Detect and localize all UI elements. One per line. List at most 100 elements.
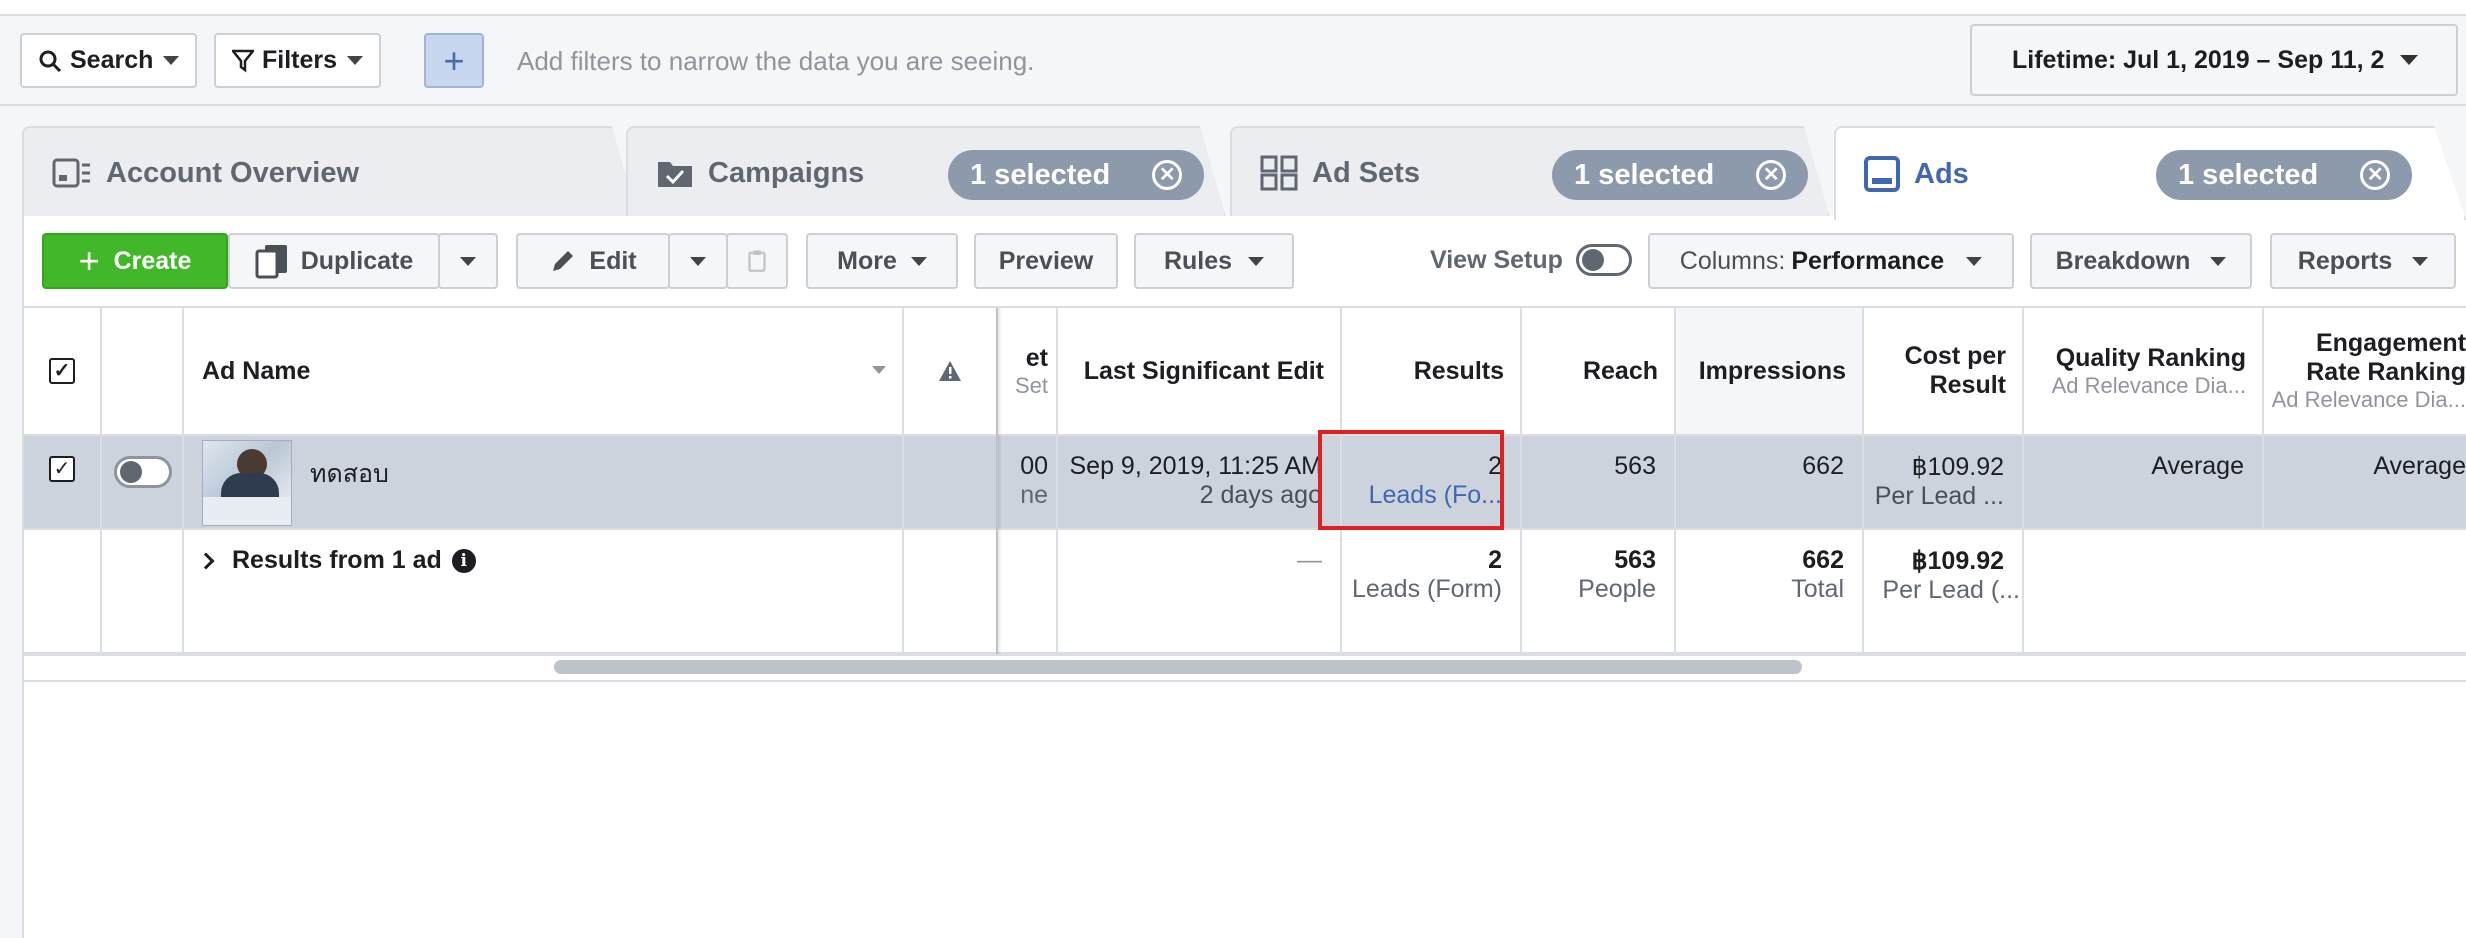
search-button[interactable]: Search <box>20 33 198 88</box>
warning-icon <box>939 361 961 381</box>
tab-ad-sets[interactable]: Ad Sets 1 selected ✕ <box>1230 126 1830 218</box>
column-header-quality-ranking[interactable]: Quality Ranking Ad Relevance Dia... <box>2024 308 2264 436</box>
ad-status-toggle[interactable] <box>114 456 172 488</box>
duplicate-button[interactable]: Duplicate <box>228 233 440 289</box>
last-edit-header: Last Significant Edit <box>1083 356 1324 385</box>
chevron-down-icon <box>1966 256 1983 266</box>
pencil-icon <box>553 251 574 271</box>
more-label: More <box>837 246 897 275</box>
column-header-reach[interactable]: Reach <box>1522 308 1676 436</box>
cost-header-line1: Cost per <box>1904 342 2006 370</box>
columns-value: Performance <box>1791 246 1945 275</box>
preview-button[interactable]: Preview <box>974 233 1118 289</box>
search-label: Search <box>70 46 154 74</box>
summary-empty-cell <box>24 530 102 654</box>
columns-prefix: Columns: <box>1679 246 1786 275</box>
engagement-header-sub: Ad Relevance Dia... <box>2271 387 2466 412</box>
columns-button[interactable]: Columns: Performance <box>1648 233 2014 289</box>
duplicate-label: Duplicate <box>300 246 414 275</box>
tab-account-overview[interactable]: Account Overview <box>22 126 638 218</box>
selected-pill[interactable]: 1 selected ✕ <box>948 150 1205 200</box>
filter-hint: Add filters to narrow the data you are s… <box>517 46 1035 76</box>
summary-reach-cell: 563 People <box>1522 530 1676 654</box>
selected-pill[interactable]: 1 selected ✕ <box>2156 150 2413 200</box>
close-icon[interactable]: ✕ <box>1756 160 1787 190</box>
budget-cell: 00 ne <box>998 436 1058 530</box>
column-header-results[interactable]: Results <box>1342 308 1522 436</box>
summary-empty-cell <box>904 530 998 654</box>
quality-header-sub: Ad Relevance Dia... <box>2051 372 2246 398</box>
summary-last-edit-cell: — <box>1058 530 1342 654</box>
search-icon <box>39 50 62 72</box>
reach-header: Reach <box>1582 356 1658 385</box>
date-range-label: Lifetime: Jul 1, 2019 – Sep 11, 2019 <box>2012 45 2384 74</box>
create-label: Create <box>113 246 192 275</box>
delivery-warning-cell <box>904 436 998 530</box>
summary-cost-sub: Per Lead (... <box>1882 576 2020 604</box>
ads-content-panel: + Create Duplicate Edit More Preview Rul… <box>22 216 2466 938</box>
account-overview-icon <box>52 157 92 189</box>
column-header-budget[interactable]: et Set <box>998 308 1058 436</box>
chevron-right-icon[interactable] <box>197 552 215 569</box>
row-checkbox-cell: ✓ <box>24 436 102 530</box>
select-all-checkbox[interactable]: ✓ <box>49 358 75 384</box>
summary-empty-cell <box>102 530 184 654</box>
sort-icon[interactable] <box>872 366 886 374</box>
rules-button[interactable]: Rules <box>1134 233 1294 289</box>
engagement-value: Average <box>2373 452 2466 480</box>
selected-count: 1 selected <box>2178 158 2319 191</box>
column-header-engagement-ranking[interactable]: Engagement Rate Ranking Ad Relevance Dia… <box>2264 308 2466 436</box>
summary-results-cell: 2 Leads (Form) <box>1342 530 1522 654</box>
create-button[interactable]: + Create <box>42 233 228 289</box>
filter-icon <box>232 49 254 72</box>
reports-label: Reports <box>2297 246 2393 275</box>
tab-label: Ad Sets <box>1312 156 1420 189</box>
column-header-last-edit[interactable]: Last Significant Edit <box>1058 308 1342 436</box>
ad-thumbnail[interactable] <box>202 440 292 526</box>
summary-results-sub: Leads (Form) <box>1351 575 1502 603</box>
reports-button[interactable]: Reports <box>2270 233 2456 289</box>
summary-empty-cell <box>998 530 1058 654</box>
plus-icon: + <box>78 240 100 281</box>
tab-ads[interactable]: Ads 1 selected ✕ <box>1834 126 2466 220</box>
filters-button[interactable]: Filters <box>214 33 382 88</box>
engagement-ranking-cell: Average <box>2264 436 2466 530</box>
cost-sub: Per Lead ... <box>1874 482 2004 510</box>
top-border <box>0 0 2466 16</box>
column-header-impressions[interactable]: Impressions <box>1676 308 1864 436</box>
row-checkbox[interactable]: ✓ <box>49 456 75 482</box>
rules-label: Rules <box>1163 246 1233 275</box>
horizontal-scrollbar-thumb[interactable] <box>554 660 1802 674</box>
duplicate-dropdown[interactable] <box>438 233 498 289</box>
summary-expander[interactable]: Results from 1 ad i <box>197 546 476 575</box>
engagement-header-line2: Rate Ranking <box>2306 358 2466 386</box>
column-header-ad-name[interactable]: Ad Name <box>184 308 904 436</box>
breakdown-button[interactable]: Breakdown <box>2030 233 2252 289</box>
ad-name-cell[interactable]: ทดสอบ <box>184 436 904 530</box>
add-filter-button[interactable]: + <box>424 33 484 88</box>
view-setup-toggle[interactable] <box>1576 244 1632 276</box>
column-header-cost-per-result[interactable]: Cost per Result <box>1864 308 2024 436</box>
summary-impressions-cell: 662 Total <box>1676 530 1864 654</box>
clipboard-button[interactable] <box>726 233 788 289</box>
ad-name-text[interactable]: ทดสอบ <box>310 454 389 494</box>
reach-cell: 563 <box>1522 436 1676 530</box>
quality-ranking-cell: Average <box>2024 436 2264 530</box>
selected-pill[interactable]: 1 selected ✕ <box>1552 150 1809 200</box>
tab-campaigns[interactable]: Campaigns 1 selected ✕ <box>626 126 1226 218</box>
quality-value: Average <box>2151 452 2244 480</box>
close-icon[interactable]: ✕ <box>1152 160 1183 190</box>
info-icon[interactable]: i <box>451 548 476 573</box>
edit-dropdown[interactable] <box>668 233 728 289</box>
breakdown-label: Breakdown <box>2055 246 2191 275</box>
tab-label: Ads <box>1914 157 1969 190</box>
date-range-picker[interactable]: Lifetime: Jul 1, 2019 – Sep 11, 2019 <box>1970 24 2458 96</box>
close-icon[interactable]: ✕ <box>2360 160 2391 190</box>
budget-value: 00 <box>1020 452 1048 480</box>
budget-header: et <box>1025 343 1048 372</box>
edit-button[interactable]: Edit <box>516 233 670 289</box>
ads-table: ✓ Ad Name et Set Last Significant Edit R… <box>24 308 2466 654</box>
chevron-down-icon <box>2400 55 2418 65</box>
summary-impressions-value: 662 <box>1802 546 1844 574</box>
more-button[interactable]: More <box>806 233 958 289</box>
